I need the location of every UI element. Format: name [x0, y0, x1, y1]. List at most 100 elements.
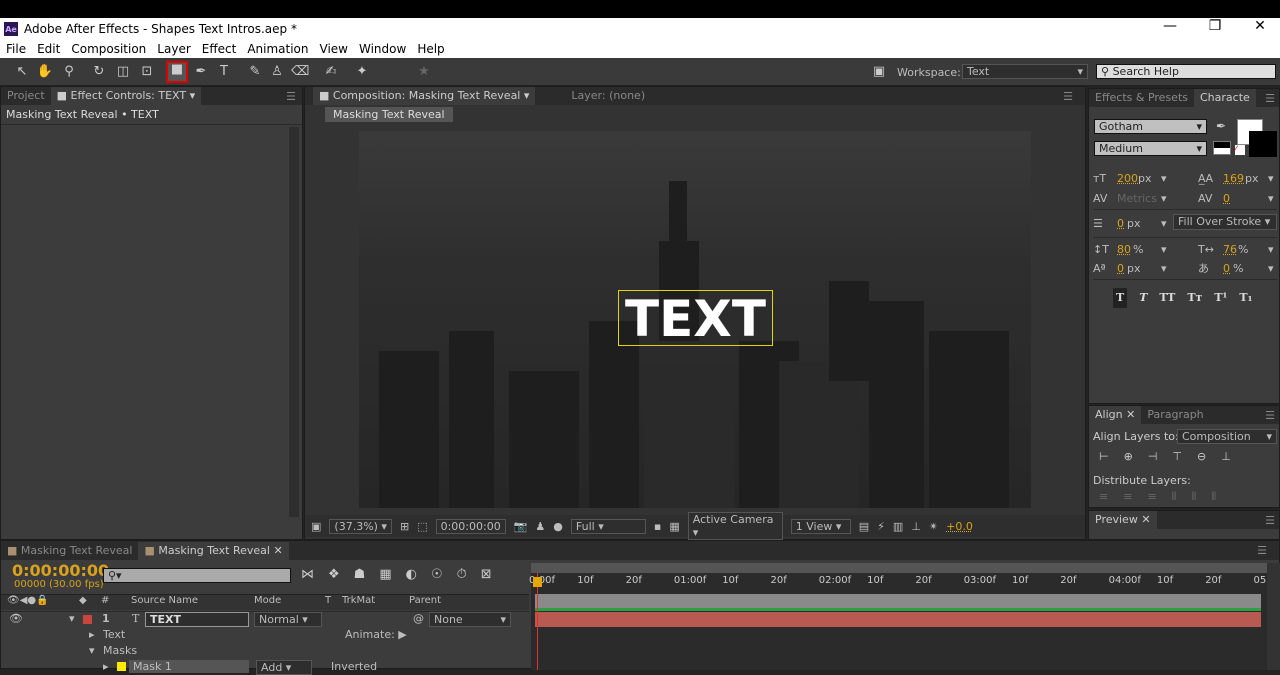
align-vcenter-icon[interactable]: ⊖	[1197, 450, 1206, 463]
always-preview-icon[interactable]: ▣	[311, 520, 321, 533]
comp-nav-button[interactable]: Masking Text Reveal	[325, 107, 453, 122]
align-bottom-icon[interactable]: ⊥	[1221, 450, 1231, 463]
align-top-icon[interactable]: ⊤	[1172, 450, 1182, 463]
type-tool-icon[interactable]: T	[215, 63, 233, 81]
tab-layer[interactable]: Layer: (none)	[565, 87, 651, 105]
pixel-aspect-icon[interactable]: ▤	[859, 520, 869, 533]
layer-duration-bar[interactable]	[535, 612, 1261, 627]
pen-tool-icon[interactable]: ✒	[192, 63, 210, 81]
label-color-swatch[interactable]	[83, 615, 92, 624]
menu-item-file[interactable]: File	[0, 42, 31, 56]
time-navigator[interactable]	[531, 563, 1267, 573]
transparency-grid-icon[interactable]: ▦	[669, 520, 679, 533]
show-snapshot-icon[interactable]: ♟	[535, 520, 545, 533]
menu-item-effect[interactable]: Effect	[196, 42, 242, 56]
expand-triangle-icon[interactable]: ▸	[89, 628, 95, 641]
snapshot-icon[interactable]: 📷	[514, 520, 528, 533]
comp-mini-flowchart-icon[interactable]: ⋈	[301, 567, 314, 582]
scrollbar[interactable]	[289, 127, 299, 517]
chevron-down-icon[interactable]: ▾	[1161, 214, 1167, 234]
chevron-down-icon[interactable]: ▾	[1161, 240, 1167, 260]
tab-effect-controls[interactable]: ■ Effect Controls: TEXT ▾	[50, 87, 202, 105]
black-white-swatch[interactable]	[1213, 141, 1231, 155]
tab-align[interactable]: Align ✕	[1089, 406, 1142, 424]
panel-menu-icon[interactable]: ☰	[1265, 409, 1279, 422]
frame-blending-icon[interactable]: ▦	[379, 567, 391, 582]
timeline-icon[interactable]: ▥	[893, 520, 903, 533]
close-button[interactable]: ✕	[1240, 18, 1280, 34]
roto-brush-tool-icon[interactable]: ✍	[322, 63, 340, 81]
stroke-width-value[interactable]: 0	[1117, 214, 1124, 234]
distribute-right-icon[interactable]: ⦀	[1211, 490, 1216, 504]
expand-triangle-icon[interactable]: ▸	[103, 660, 109, 673]
mask-1-row[interactable]: ▸ Mask 1 Add ▾ Inverted	[1, 660, 529, 675]
distribute-hcenter-icon[interactable]: ⦀	[1192, 490, 1197, 504]
region-of-interest-icon[interactable]: ▪	[654, 520, 661, 533]
brainstorm-icon[interactable]: ☉	[431, 567, 443, 582]
faux-italic-button[interactable]: T	[1139, 288, 1147, 308]
mask-color-swatch[interactable]	[117, 662, 126, 671]
playhead[interactable]	[537, 573, 538, 670]
timeline-scrollbar[interactable]	[1267, 563, 1280, 670]
tab-paragraph[interactable]: Paragraph	[1141, 406, 1209, 424]
text-property-row[interactable]: ▸ Text Animate: ▶	[1, 628, 529, 644]
pick-whip-icon[interactable]: @	[413, 612, 424, 625]
chevron-down-icon[interactable]: ▾	[1161, 169, 1167, 189]
selection-tool-icon[interactable]: ↖	[13, 63, 31, 81]
time-ruler[interactable]: 0:00f10f20f01:00f10f20f02:00f10f20f03:00…	[529, 575, 1276, 593]
font-style-select[interactable]: Medium ▾	[1094, 141, 1207, 156]
fast-previews-icon[interactable]: ⚡	[877, 520, 885, 533]
tab-preview[interactable]: Preview ✕	[1089, 511, 1157, 529]
time-graph[interactable]: 0:00f10f20f01:00f10f20f02:00f10f20f03:00…	[529, 563, 1276, 670]
distribute-vcenter-icon[interactable]: ≡	[1123, 490, 1132, 504]
superscript-button[interactable]: T¹	[1214, 288, 1227, 308]
panel-menu-icon[interactable]: ☰	[1265, 514, 1279, 527]
graph-editor-icon[interactable]: ⊠	[481, 567, 492, 582]
pan-behind-tool-icon[interactable]: ⊡	[138, 63, 156, 81]
puppet-tool-icon[interactable]: ✦	[353, 63, 371, 81]
vertical-scale-value[interactable]: 80	[1117, 240, 1131, 260]
align-left-icon[interactable]: ⊢	[1099, 450, 1109, 463]
chevron-down-icon[interactable]: ▾	[1268, 169, 1274, 189]
small-caps-button[interactable]: Tт	[1187, 288, 1202, 308]
font-size-value[interactable]: 200	[1117, 169, 1138, 189]
tab-composition[interactable]: ■ Composition: Masking Text Reveal ▾	[313, 87, 536, 105]
animate-button[interactable]: Animate: ▶	[345, 628, 407, 641]
stroke-mode-select[interactable]: Fill Over Stroke ▾	[1173, 214, 1277, 230]
tab-project[interactable]: Project	[1, 87, 51, 105]
menu-item-view[interactable]: View	[314, 42, 353, 56]
layer-name-field[interactable]: TEXT	[145, 612, 249, 627]
camera-tool-icon[interactable]: ◫	[114, 63, 132, 81]
resolution-select[interactable]: Full ▾	[570, 518, 646, 534]
kerning-value[interactable]: Metrics	[1117, 189, 1157, 209]
menu-item-animation[interactable]: Animation	[241, 42, 313, 56]
panel-menu-icon[interactable]: ☰	[1265, 92, 1279, 105]
menu-item-layer[interactable]: Layer	[151, 42, 195, 56]
magnification-select[interactable]: (37.3%) ▾	[329, 518, 392, 534]
workspace-select[interactable]: Text ▾	[962, 64, 1088, 79]
playhead-handle[interactable]	[533, 577, 542, 587]
current-time-field[interactable]: 0:00:00:00	[435, 518, 506, 534]
leading-value[interactable]: 169	[1223, 169, 1244, 189]
chevron-down-icon[interactable]: ▾	[1268, 240, 1274, 260]
column-source-name[interactable]: Source Name	[131, 595, 198, 606]
hand-tool-icon[interactable]: ✋	[36, 63, 54, 81]
layer-row[interactable]: 👁 ▾ 1 T TEXT Normal ▾ @ None ▾	[1, 611, 529, 627]
parent-select[interactable]: None ▾	[429, 612, 511, 627]
chevron-down-icon[interactable]: ▾	[1268, 259, 1274, 279]
mask-name[interactable]: Mask 1	[129, 660, 249, 673]
tab-effects-presets[interactable]: Effects & Presets	[1089, 89, 1194, 107]
search-help-input[interactable]: ⚲ Search Help	[1096, 64, 1276, 79]
exposure-value[interactable]: +0.0	[946, 520, 973, 533]
menu-item-composition[interactable]: Composition	[65, 42, 151, 56]
tab-timeline-2[interactable]: ■ Masking Text Reveal ✕	[138, 541, 289, 560]
menu-item-window[interactable]: Window	[353, 42, 411, 56]
expand-triangle-icon[interactable]: ▾	[69, 612, 75, 625]
horizontal-scale-value[interactable]: 76	[1223, 240, 1237, 260]
no-color-swatch[interactable]: ⁄	[1235, 145, 1245, 155]
font-family-select[interactable]: Gotham ▾	[1094, 119, 1207, 134]
flowchart-icon[interactable]: ⊥	[911, 520, 921, 533]
current-timecode[interactable]: 0:00:00:00	[12, 561, 109, 580]
tab-timeline-1[interactable]: ■ Masking Text Reveal	[1, 542, 138, 560]
all-caps-button[interactable]: TT	[1159, 288, 1175, 308]
